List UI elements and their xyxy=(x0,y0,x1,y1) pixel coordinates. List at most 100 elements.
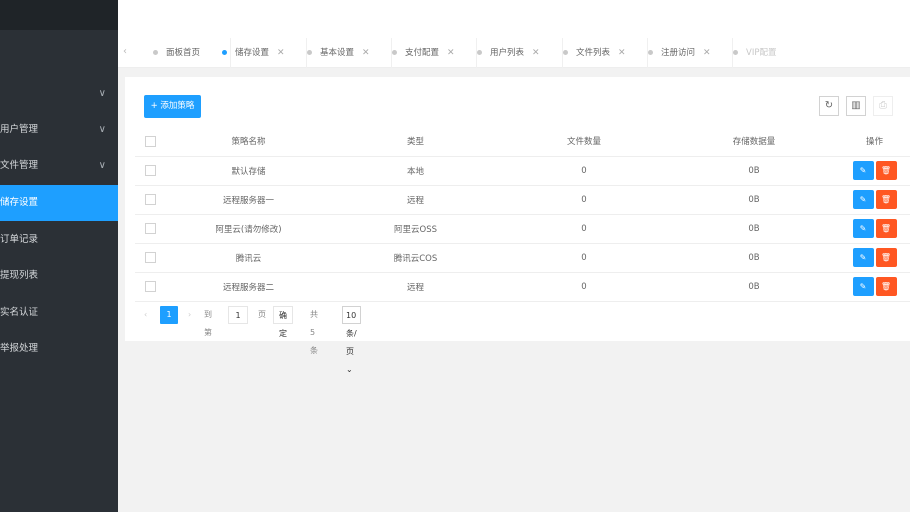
tab-dot-icon xyxy=(733,50,738,55)
cell-name: 默认存储 xyxy=(165,156,332,186)
tab-vip-config[interactable]: VIP配置 xyxy=(733,38,813,68)
tab-dot-icon xyxy=(563,50,568,55)
page-current[interactable]: 1 xyxy=(160,306,178,324)
row-checkbox[interactable] xyxy=(144,281,156,292)
cell-type: 远程 xyxy=(332,185,499,215)
sidebar-item-orders[interactable]: 订单记录 xyxy=(0,222,118,258)
column-header-file-count[interactable]: 文件数量 xyxy=(499,127,669,157)
close-icon[interactable]: ✕ xyxy=(532,48,540,58)
sidebar-item-verification[interactable]: 实名认证 xyxy=(0,295,118,331)
chevron-down-icon: ∨ xyxy=(98,124,106,135)
close-icon[interactable]: ✕ xyxy=(618,48,626,58)
tab-prev-icon[interactable]: ‹ xyxy=(123,46,127,57)
goto-label: 到第 xyxy=(204,310,212,337)
sidebar-item-users[interactable]: 用户管理 ∨ xyxy=(0,112,118,148)
sidebar-item-storage[interactable]: 储存设置 xyxy=(0,185,118,221)
tab-user-list[interactable]: 用户列表 ✕ xyxy=(477,38,563,68)
row-checkbox[interactable] xyxy=(144,165,156,176)
tab-label: 储存设置 xyxy=(235,48,270,58)
column-header-storage-size[interactable]: 存储数据量 xyxy=(669,127,839,157)
tab-bar: ‹ 面板首页 储存设置 ✕ 基本设置 ✕ 支付配置 ✕ 用户列表 ✕ 文件列表 ✕ 注册访… xyxy=(118,38,910,68)
row-select-cell xyxy=(135,185,165,215)
tab-storage-settings[interactable]: 储存设置 ✕ xyxy=(222,38,307,68)
page-prev-icon[interactable]: ‹ xyxy=(144,306,147,324)
export-icon[interactable]: ⎙ xyxy=(873,96,893,116)
cell-name: 腾讯云 xyxy=(165,243,332,273)
cell-type: 远程 xyxy=(332,272,499,302)
tab-label: 基本设置 xyxy=(320,48,355,58)
table-row: 远程服务器一 远程 0 0B ✎ 🗑 xyxy=(135,185,910,215)
tab-dot-icon xyxy=(153,50,158,55)
add-policy-button[interactable]: + 添加策略 xyxy=(144,95,201,118)
table-row: 远程服务器二 远程 0 0B ✎ 🗑 xyxy=(135,272,910,302)
sidebar-item-label: 提现列表 xyxy=(0,270,39,281)
table-header-row: 策略名称 类型 文件数量 存储数据量 操作 xyxy=(135,127,910,157)
edit-icon[interactable]: ✎ xyxy=(852,277,874,296)
page-size-select[interactable]: 10 条/页 ⌄ xyxy=(342,306,361,374)
cell-actions: ✎ 🗑 xyxy=(839,156,910,186)
row-checkbox[interactable] xyxy=(144,223,156,234)
sidebar-item-withdrawals[interactable]: 提现列表 xyxy=(0,258,118,294)
edit-icon[interactable]: ✎ xyxy=(852,248,874,267)
tab-label: 面板首页 xyxy=(166,48,201,58)
page-jump-input[interactable]: 1 xyxy=(228,306,248,324)
sidebar-item-label: 订单记录 xyxy=(0,234,39,245)
page-size-value: 10 条/页 xyxy=(346,311,357,356)
sidebar-item-collapsed[interactable]: ∨ xyxy=(0,76,118,112)
page-confirm-button[interactable]: 确定 xyxy=(273,306,293,338)
cell-storage-size: 0B xyxy=(669,243,839,273)
cell-type: 阿里云OSS xyxy=(332,214,499,244)
delete-icon[interactable]: 🗑 xyxy=(875,248,897,267)
page-next-icon[interactable]: › xyxy=(188,306,191,324)
edit-icon[interactable]: ✎ xyxy=(852,161,874,180)
cell-actions: ✎ 🗑 xyxy=(839,214,910,244)
cell-actions: ✎ 🗑 xyxy=(839,243,910,273)
row-select-cell xyxy=(135,243,165,273)
sidebar-item-reports[interactable]: 举报处理 xyxy=(0,331,118,367)
cell-name: 远程服务器二 xyxy=(165,272,332,302)
edit-icon[interactable]: ✎ xyxy=(852,219,874,238)
tab-payment-config[interactable]: 支付配置 ✕ xyxy=(392,38,477,68)
close-icon[interactable]: ✕ xyxy=(362,48,370,58)
column-header-type[interactable]: 类型 xyxy=(332,127,499,157)
close-icon[interactable]: ✕ xyxy=(703,48,711,58)
row-checkbox[interactable] xyxy=(144,194,156,205)
delete-icon[interactable]: 🗑 xyxy=(875,277,897,296)
sidebar-item-label: 举报处理 xyxy=(0,343,39,354)
tab-basic-settings[interactable]: 基本设置 ✕ xyxy=(307,38,392,68)
row-select-cell xyxy=(135,156,165,186)
columns-icon[interactable]: ▥ xyxy=(846,96,866,116)
cell-actions: ✎ 🗑 xyxy=(839,272,910,302)
delete-icon[interactable]: 🗑 xyxy=(875,219,897,238)
delete-icon[interactable]: 🗑 xyxy=(875,161,897,180)
row-select-cell xyxy=(135,272,165,302)
refresh-icon[interactable]: ↻ xyxy=(819,96,839,116)
edit-icon[interactable]: ✎ xyxy=(852,190,874,209)
cell-name: 阿里云(请勿修改) xyxy=(165,214,332,244)
tab-dot-icon xyxy=(648,50,653,55)
close-icon[interactable]: ✕ xyxy=(277,48,285,58)
page-unit-label: 页 xyxy=(258,310,266,319)
cell-file-count: 0 xyxy=(499,272,669,302)
chevron-down-icon: ⌄ xyxy=(346,365,353,374)
delete-icon[interactable]: 🗑 xyxy=(875,190,897,209)
sidebar-logo-area xyxy=(0,0,118,30)
column-header-name[interactable]: 策略名称 xyxy=(165,127,332,157)
storage-policy-card: + 添加策略 ↻ ▥ ⎙ 策略名称 类型 文件数量 存储数据量 操作 默认存储 … xyxy=(125,77,910,374)
sidebar-item-label: 用户管理 xyxy=(0,124,39,135)
tab-dashboard[interactable]: 面板首页 xyxy=(153,38,231,68)
cell-storage-size: 0B xyxy=(669,272,839,302)
select-all-checkbox[interactable] xyxy=(144,135,156,147)
policy-table: 策略名称 类型 文件数量 存储数据量 操作 默认存储 本地 0 0B ✎ 🗑 远程… xyxy=(135,127,910,302)
tab-file-list[interactable]: 文件列表 ✕ xyxy=(563,38,648,68)
tab-registration-access[interactable]: 注册访问 ✕ xyxy=(648,38,733,68)
chevron-down-icon: ∨ xyxy=(98,160,106,171)
sidebar-item-files[interactable]: 文件管理 ∨ xyxy=(0,148,118,184)
sidebar: ∨ 用户管理 ∨ 文件管理 ∨ 储存设置 订单记录 提现列表 实名认证 举报处理 xyxy=(0,0,118,512)
tab-label: 用户列表 xyxy=(490,48,525,58)
table-row: 默认存储 本地 0 0B ✎ 🗑 xyxy=(135,156,910,186)
cell-storage-size: 0B xyxy=(669,214,839,244)
row-checkbox[interactable] xyxy=(144,252,156,263)
close-icon[interactable]: ✕ xyxy=(447,48,455,58)
sidebar-item-label: 实名认证 xyxy=(0,307,39,318)
